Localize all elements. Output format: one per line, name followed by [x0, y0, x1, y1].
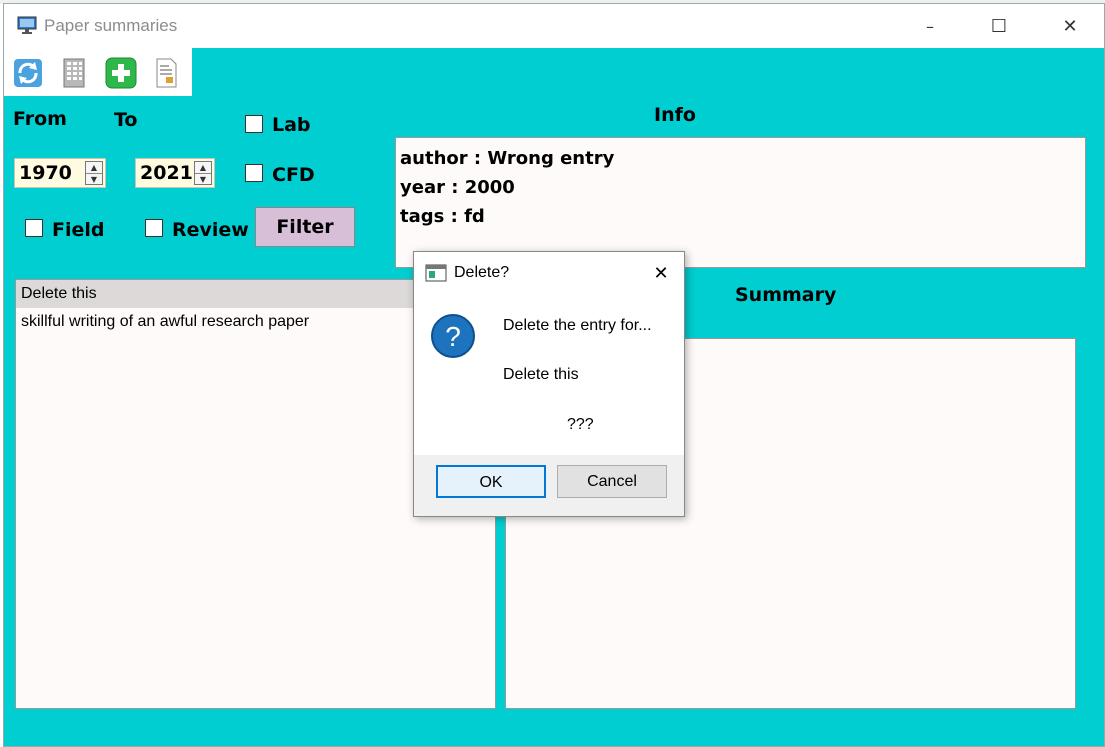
cfd-label: CFD: [272, 164, 315, 186]
spin-down-icon[interactable]: ▼: [195, 174, 211, 185]
svg-text:?: ?: [445, 321, 461, 352]
window-title: Paper summaries: [44, 16, 178, 35]
from-year-arrows[interactable]: ▲ ▼: [85, 161, 103, 185]
minimize-icon: –: [926, 16, 934, 36]
review-checkbox[interactable]: [145, 219, 163, 237]
dialog-message-line3: ???: [567, 416, 594, 433]
main-window: Paper summaries – ☐ ✕ From To 1970 ▲ ▼ 2…: [3, 3, 1105, 747]
field-checkbox[interactable]: [25, 219, 43, 237]
dialog-title: Delete?: [454, 264, 510, 281]
lab-label: Lab: [272, 114, 311, 136]
lab-checkbox[interactable]: [245, 115, 263, 133]
document-icon[interactable]: [149, 56, 183, 90]
spin-up-icon[interactable]: ▲: [86, 162, 102, 174]
to-year-spinbox[interactable]: 2021 ▲ ▼: [135, 158, 215, 188]
monitor-icon: [17, 16, 37, 34]
delete-dialog: Delete? ✕ ? Delete the entry for... Dele…: [413, 251, 685, 517]
dialog-message-line2: Delete this: [503, 366, 579, 383]
from-year-value: 1970: [19, 162, 72, 184]
summary-heading: Summary: [735, 284, 837, 306]
title-bar: Paper summaries – ☐ ✕: [4, 4, 1104, 48]
filter-button[interactable]: Filter: [255, 207, 355, 247]
field-label: Field: [52, 219, 105, 241]
maximize-button[interactable]: ☐: [976, 4, 1022, 48]
from-label: From: [13, 108, 67, 130]
dialog-close-button[interactable]: ✕: [648, 260, 674, 286]
maximize-icon: ☐: [990, 15, 1008, 37]
dialog-message-line1: Delete the entry for...: [503, 317, 652, 334]
spin-down-icon[interactable]: ▼: [86, 174, 102, 185]
add-icon[interactable]: [104, 56, 138, 90]
question-icon: ?: [431, 314, 475, 358]
info-author: author : Wrong entry: [400, 148, 615, 169]
dialog-footer: OK Cancel: [414, 455, 684, 516]
cancel-button[interactable]: Cancel: [557, 465, 667, 498]
close-icon: ✕: [653, 262, 669, 284]
database-icon[interactable]: [57, 56, 91, 90]
review-label: Review: [172, 219, 249, 241]
info-tags: tags : fd: [400, 206, 485, 227]
info-panel: author : Wrong entry year : 2000 tags : …: [395, 137, 1086, 268]
to-year-arrows[interactable]: ▲ ▼: [194, 161, 212, 185]
info-year: year : 2000: [400, 177, 515, 198]
spin-up-icon[interactable]: ▲: [195, 162, 211, 174]
to-year-value: 2021: [140, 162, 193, 184]
toolbar: [4, 48, 192, 96]
refresh-icon[interactable]: [11, 56, 45, 90]
from-year-spinbox[interactable]: 1970 ▲ ▼: [14, 158, 106, 188]
cfd-checkbox[interactable]: [245, 164, 263, 182]
info-heading: Info: [654, 104, 696, 126]
to-label: To: [114, 109, 138, 131]
close-button[interactable]: ✕: [1047, 4, 1093, 48]
ok-button[interactable]: OK: [436, 465, 546, 498]
close-icon: ✕: [1062, 15, 1078, 37]
dialog-window-icon: [425, 264, 447, 282]
minimize-button[interactable]: –: [907, 4, 953, 48]
